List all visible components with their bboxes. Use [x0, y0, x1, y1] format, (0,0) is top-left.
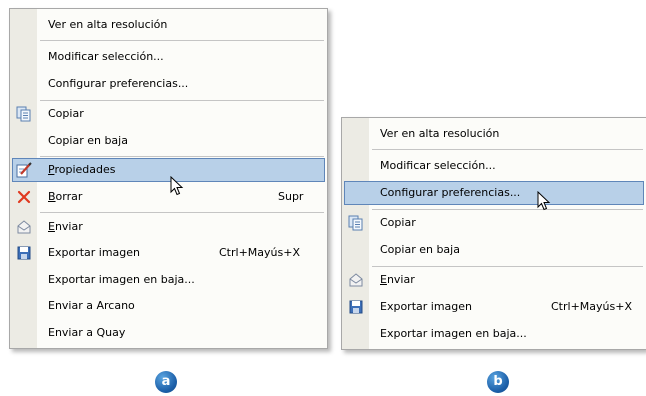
menu-separator	[372, 149, 643, 150]
menu-item-label: Copiar	[380, 216, 416, 229]
menu-item-label: Exportar imagen	[48, 246, 141, 259]
menu-item-label: Copiar en baja	[48, 134, 128, 147]
label-rest: nviar	[386, 273, 415, 286]
menu-item-label: Borrar	[48, 190, 82, 203]
delete-icon	[16, 189, 32, 205]
copy-icon	[16, 106, 32, 122]
menu-item-label: Modificar selección...	[48, 50, 164, 63]
menu-item-label: Configurar preferencias...	[48, 77, 189, 90]
menu-item-label: Exportar imagen en baja...	[48, 273, 195, 286]
menu-item-label: Enviar	[48, 220, 83, 233]
menu-separator	[40, 40, 324, 41]
menu-separator	[40, 212, 324, 213]
menu-item-exportar-imagen-en-baja[interactable]: Exportar imagen en baja...	[342, 321, 646, 347]
properties-icon	[16, 162, 32, 178]
figure-badge-a: a	[155, 371, 177, 393]
menu-item-copiar[interactable]: Copiar	[10, 101, 327, 127]
menu-item-label: Ver en alta resolución	[380, 127, 500, 140]
menu-item-copiar[interactable]: Copiar	[342, 210, 646, 236]
menu-item-label: Ver en alta resolución	[48, 18, 168, 31]
menu-item-copiar-en-baja[interactable]: Copiar en baja	[10, 128, 327, 154]
menu-item-exportar-imagen[interactable]: Exportar imagen Ctrl+Mayús+X	[342, 294, 646, 320]
menu-item-enviar[interactable]: Enviar	[342, 267, 646, 293]
menu-item-exportar-imagen[interactable]: Exportar imagen Ctrl+Mayús+X	[10, 240, 327, 266]
menu-item-label: Enviar a Quay	[48, 326, 126, 339]
menu-item-label: Modificar selección...	[380, 159, 496, 172]
mouse-cursor-icon	[170, 175, 184, 196]
menu-item-modificar-seleccion[interactable]: Modificar selección...	[342, 153, 646, 179]
menu-item-enviar-a-quay[interactable]: Enviar a Quay	[10, 320, 327, 346]
menu-item-label: Propiedades	[48, 163, 115, 176]
menu-item-configurar-preferencias[interactable]: Configurar preferencias...	[342, 180, 646, 206]
menu-item-enviar-a-arcano[interactable]: Enviar a Arcano	[10, 293, 327, 319]
menu-item-propiedades[interactable]: Propiedades	[10, 157, 327, 183]
accelerator-key: B	[48, 190, 56, 203]
accelerator-key: E	[48, 220, 55, 233]
menu-item-copiar-en-baja[interactable]: Copiar en baja	[342, 237, 646, 263]
copy-icon	[348, 215, 364, 231]
menu-item-label: Enviar a Arcano	[48, 299, 135, 312]
accelerator-key: E	[380, 273, 387, 286]
menu-item-label: Copiar en baja	[380, 243, 460, 256]
menu-item-ver-alta-resolucion[interactable]: Ver en alta resolución	[10, 12, 327, 38]
menu-item-label: Copiar	[48, 107, 84, 120]
menu-item-configurar-preferencias[interactable]: Configurar preferencias...	[10, 71, 327, 97]
context-menu-b: Ver en alta resolución Modificar selecci…	[341, 117, 646, 350]
figure-badge-b: b	[487, 371, 509, 393]
context-menu-a: Ver en alta resolución Modificar selecci…	[9, 8, 328, 349]
menu-item-shortcut: Supr	[278, 190, 304, 203]
save-icon	[16, 245, 32, 261]
label-rest: orrar	[55, 190, 83, 203]
menu-item-shortcut: Ctrl+Mayús+X	[219, 246, 300, 259]
menu-item-exportar-imagen-en-baja[interactable]: Exportar imagen en baja...	[10, 267, 327, 293]
label-rest: nviar	[54, 220, 83, 233]
menu-item-borrar[interactable]: Borrar Supr	[10, 184, 327, 210]
menu-item-ver-alta-resolucion[interactable]: Ver en alta resolución	[342, 121, 646, 147]
send-mail-icon	[348, 272, 364, 288]
send-mail-icon	[16, 219, 32, 235]
menu-item-label: Exportar imagen en baja...	[380, 327, 527, 340]
menu-item-modificar-seleccion[interactable]: Modificar selección...	[10, 44, 327, 70]
save-icon	[348, 299, 364, 315]
mouse-cursor-icon	[537, 190, 551, 211]
menu-item-label: Configurar preferencias...	[380, 186, 521, 199]
label-rest: ropiedades	[54, 163, 116, 176]
menu-item-enviar[interactable]: Enviar	[10, 214, 327, 240]
menu-item-label: Exportar imagen	[380, 300, 473, 313]
menu-item-shortcut: Ctrl+Mayús+X	[551, 300, 632, 313]
menu-item-label: Enviar	[380, 273, 415, 286]
